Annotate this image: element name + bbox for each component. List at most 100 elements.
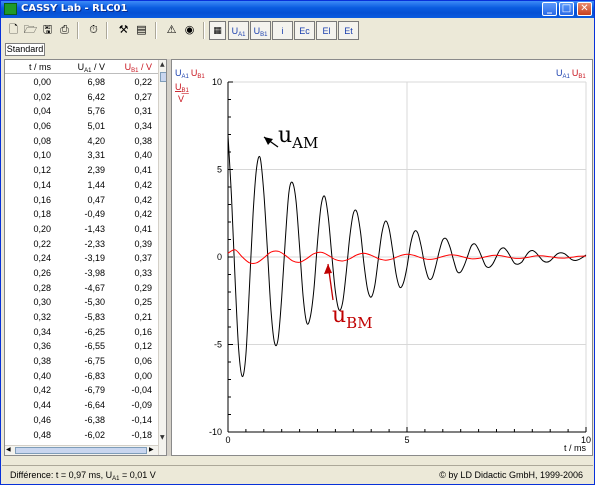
table-row[interactable]: 0,18 -0,49 0,42 [5,207,158,222]
table-row[interactable]: 0,06 5,01 0,34 [5,119,158,134]
cell-ua1: -3,19 [84,253,105,264]
cell-time: 0,30 [33,297,51,308]
annotation-arrowhead-am [264,137,273,145]
table-row[interactable]: 0,32 -5,83 0,21 [5,310,158,325]
cell-ub1: -0,14 [131,414,152,425]
cell-ub1: 0,12 [134,341,152,352]
recorder-icon[interactable]: ◉ [181,21,198,40]
table-row[interactable]: 0,22 -2,33 0,39 [5,237,158,252]
table-header: t / ms UA1 / V UB1 / V [5,60,158,74]
column-header-ua1[interactable]: UA1 / V [55,61,105,75]
table-row[interactable]: 0,12 2,39 0,41 [5,163,158,178]
cell-time: 0,22 [33,238,51,249]
scroll-left-icon[interactable]: ◀ [6,446,11,453]
corner-label-right[interactable]: UA1 UB1 [556,68,586,80]
cell-time: 0,28 [33,282,51,293]
table-row[interactable]: 0,48 -6,02 -0,18 [5,428,158,443]
cell-ub1: -0,18 [131,429,152,440]
cell-ub1: 0,41 [134,165,152,176]
settings-icon[interactable]: ⚒ [115,21,132,40]
cell-time: 0,06 [33,121,51,132]
cell-time: 0,04 [33,106,51,117]
cell-time: 0,36 [33,341,51,352]
minimize-button[interactable]: _ [542,2,557,16]
stopwatch-icon[interactable]: ⏱ [85,21,102,40]
cell-time: 0,16 [33,194,51,205]
maximize-button[interactable]: □ [559,2,574,16]
measurement-table[interactable]: t / ms UA1 / V UB1 / V 0,00 6,98 0,22 0,02 6… [4,59,167,456]
cell-time: 0,42 [33,385,51,396]
table-row[interactable]: 0,38 -6,75 0,06 [5,354,158,369]
scrollbar-thumb[interactable] [160,72,166,82]
close-button[interactable]: ✕ [577,2,592,16]
application-window: CASSY Lab - RLC01 _ □ ✕ 🗋 🗁 🖫 ⎙ ⏱ ⚒ ▤ ⚠ … [0,0,595,485]
toolbar-separator [203,22,205,39]
channel-ua1-button[interactable]: UA1 [228,21,249,40]
corner-label-left[interactable]: UA1 UB1 [175,68,205,80]
open-file-icon[interactable]: 🗁 [22,21,39,40]
tab-standard[interactable]: Standard [5,43,45,56]
cell-time: 0,40 [33,370,51,381]
table-row[interactable]: 0,46 -6,38 -0,14 [5,413,158,428]
column-header-time[interactable]: t / ms [5,61,51,73]
cell-ua1: 3,31 [87,150,105,161]
vertical-scrollbar[interactable]: ▲ ▼ [158,60,166,455]
annotation-label-bm: uBM [332,303,373,332]
table-row[interactable]: 0,10 3,31 0,40 [5,148,158,163]
table-row[interactable]: 0,08 4,20 0,38 [5,134,158,149]
table-row[interactable]: 0,34 -6,25 0,16 [5,325,158,340]
plot-panel[interactable]: 0 5 10 10 5 0 -5 -10 UA1 UB1 UA1 UB1 UB1 V t / ms… [171,59,593,456]
table-row[interactable]: 0,16 0,47 0,42 [5,193,158,208]
save-file-icon[interactable]: 🖫 [39,21,56,40]
cell-time: 0,02 [33,91,51,102]
toolbar-separator [106,22,108,39]
cell-ub1: 0,40 [134,150,152,161]
table-row[interactable]: 0,20 -1,43 0,41 [5,222,158,237]
table-view-icon[interactable]: ▦ [209,21,226,40]
table-row[interactable]: 0,04 5,76 0,31 [5,104,158,119]
scroll-up-icon[interactable]: ▲ [160,61,165,68]
cell-ua1: -6,25 [84,326,105,337]
table-row[interactable]: 0,42 -6,79 -0,04 [5,383,158,398]
oscillation-chart[interactable]: 0 5 101050-5-10 UA1 UB1 UA1 UB1 UB1 V t / ms… [172,60,592,455]
column-header-ub1[interactable]: UB1 / V [109,61,152,75]
display-icon[interactable]: ▤ [133,21,150,40]
cell-ua1: 4,20 [87,135,105,146]
table-row[interactable]: 0,26 -3,98 0,33 [5,266,158,281]
channel-el-button[interactable]: El [316,21,337,40]
channel-ec-button[interactable]: Ec [294,21,315,40]
table-row[interactable]: 0,40 -6,83 0,00 [5,369,158,384]
cell-ub1: 0,39 [134,238,152,249]
scroll-right-icon[interactable]: ▶ [149,446,154,453]
cell-ub1: 0,22 [134,77,152,87]
warning-icon[interactable]: ⚠ [163,21,180,40]
scroll-down-icon[interactable]: ▼ [160,434,165,441]
cell-ub1: 0,41 [134,223,152,234]
difference-readout: Différence: t = 0,97 ms, UA1 = 0,01 V [10,470,156,482]
y-tick-label: -10 [209,427,222,437]
print-icon[interactable]: ⎙ [56,21,73,40]
cell-ua1: 5,76 [87,106,105,117]
new-file-icon[interactable]: 🗋 [5,21,22,40]
channel-i-button[interactable]: i [272,21,293,40]
x-axis-unit: t / ms [564,443,586,453]
cell-ub1: 0,42 [134,209,152,220]
table-row[interactable]: 0,30 -5,30 0,25 [5,295,158,310]
cell-ua1: -3,98 [84,267,105,278]
table-row[interactable]: 0,24 -3,19 0,37 [5,251,158,266]
y-axis-unit-label: UB1 [175,82,190,94]
table-row[interactable]: 0,14 1,44 0,42 [5,178,158,193]
channel-et-button[interactable]: Et [338,21,359,40]
cell-ub1: 0,25 [134,297,152,308]
cell-time: 0,14 [33,179,51,190]
channel-ub1-button[interactable]: UB1 [250,21,271,40]
cell-ua1: 1,44 [87,179,105,190]
table-row[interactable]: 0,36 -6,55 0,12 [5,339,158,354]
title-bar[interactable]: CASSY Lab - RLC01 _ □ ✕ [1,1,594,18]
table-row[interactable]: 0,02 6,42 0,27 [5,90,158,105]
table-row[interactable]: 0,28 -4,67 0,29 [5,281,158,296]
scrollbar-thumb[interactable] [15,447,147,454]
table-row[interactable]: 0,44 -6,64 -0,09 [5,398,158,413]
table-row[interactable]: 0,00 6,98 0,22 [5,75,158,90]
horizontal-scrollbar[interactable]: ◀ ▶ [5,445,158,455]
